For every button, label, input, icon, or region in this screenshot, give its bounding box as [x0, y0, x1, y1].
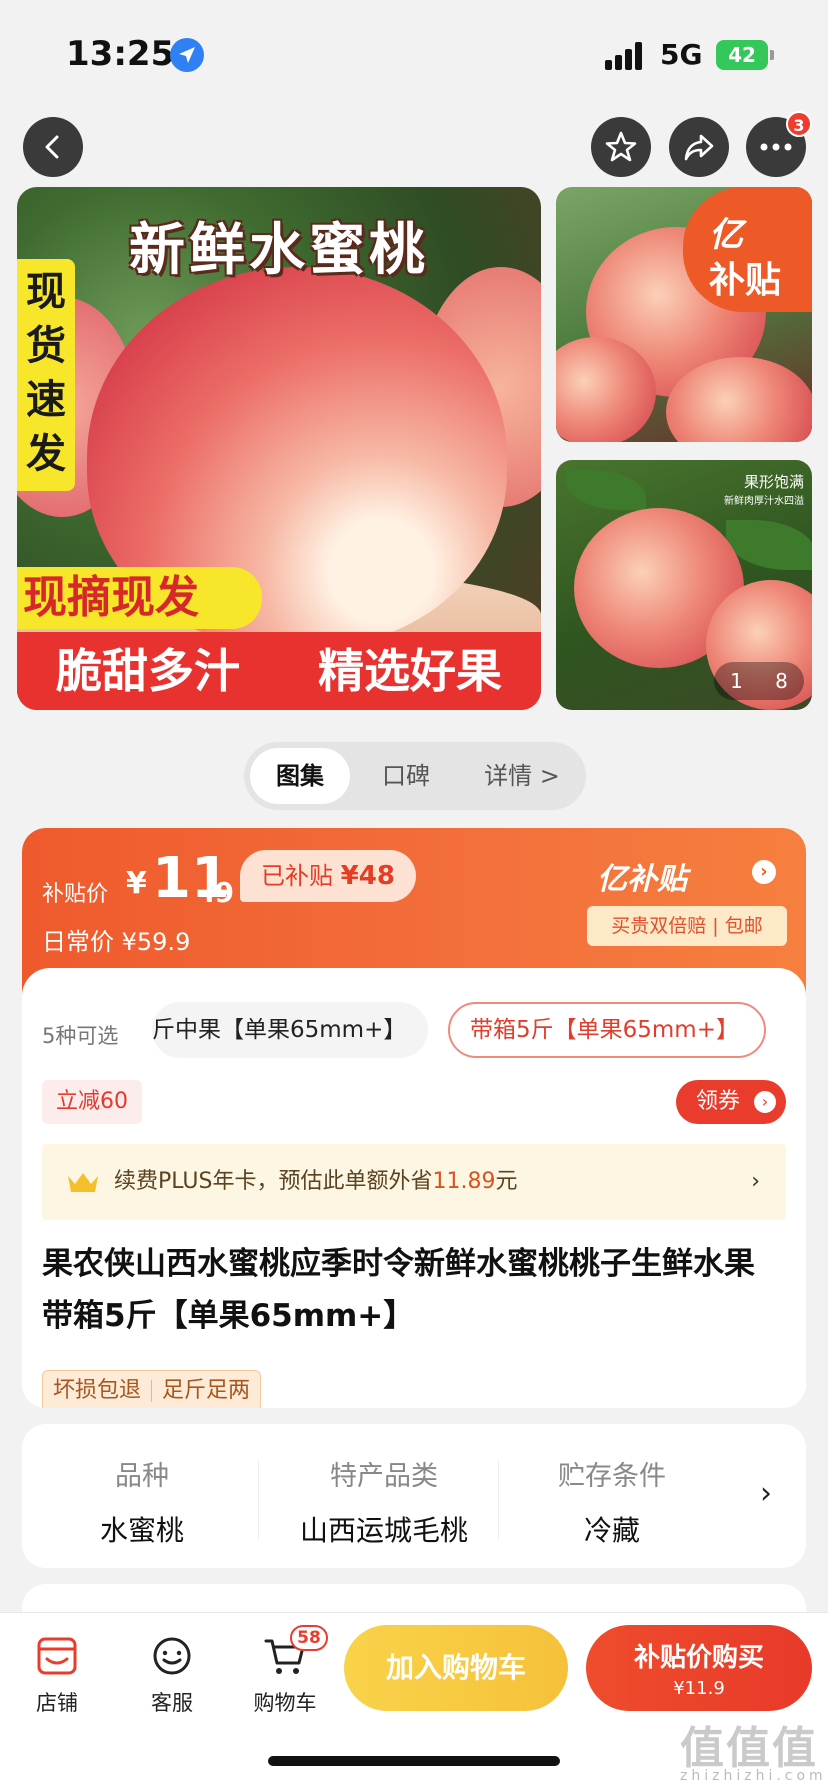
star-icon — [605, 131, 637, 162]
stock-tag-text: 现货速发 — [26, 269, 66, 477]
page-indicator: 1 8 — [714, 662, 804, 700]
chevron-left-icon — [45, 135, 59, 159]
subsidized-amount-badge: 已补贴 ¥48 — [240, 850, 416, 902]
subsidy-price-label: 补贴价 — [42, 882, 109, 907]
cart-label: 购物车 — [253, 1691, 317, 1715]
service-tag: 坏损包退 — [53, 1378, 142, 1403]
cart-count-badge: 58 — [290, 1625, 328, 1651]
chat-smile-icon — [153, 1637, 191, 1675]
page-current: 1 — [730, 669, 743, 693]
status-time: 13:25 — [66, 34, 175, 74]
leaf-image — [566, 470, 646, 510]
subsidy-corner-line1: 亿 — [709, 215, 743, 255]
network-type: 5G — [660, 38, 703, 71]
store-icon — [37, 1637, 77, 1675]
subsidy-corner-line2: 补贴 — [709, 260, 782, 301]
buy-price: ¥11.9 — [673, 1678, 725, 1699]
image-slogan-band: 脆甜多汁 精选好果 — [17, 632, 541, 710]
attributes-card[interactable]: 品种 水蜜桃 特产品类 山西运城毛桃 贮存条件 冷藏 › — [22, 1424, 806, 1568]
plus-unit: 元 — [495, 1169, 518, 1194]
status-bar: 13:25 5G 42 — [0, 0, 828, 110]
regular-price: 日常价 ¥59.9 — [42, 928, 191, 956]
plus-text: 续费PLUS年卡，预估此单额外省 — [114, 1169, 433, 1194]
watermark-main: 值值值 — [680, 1723, 818, 1774]
stock-tag: 现货速发 — [17, 259, 75, 491]
thumbnail-caption: 果形饱满 新鲜肉厚汁水四溢 — [724, 472, 804, 512]
discount-tag: 立减60 — [42, 1080, 142, 1124]
crown-icon — [68, 1173, 98, 1192]
thumbnail-caption-main: 果形饱满 — [743, 473, 804, 491]
attribute-value: 冷藏 — [583, 1514, 640, 1547]
thumbnail-caption-sub: 新鲜肉厚汁水四溢 — [724, 496, 804, 507]
buy-label: 补贴价购买 — [633, 1643, 764, 1673]
chevron-right-icon[interactable]: › — [760, 1476, 772, 1511]
slogan-right: 精选好果 — [318, 644, 502, 698]
service-tag: 足斤足两 — [162, 1378, 251, 1403]
store-label: 店铺 — [36, 1691, 78, 1715]
price-decimal: .9 — [204, 876, 235, 909]
more-dots-icon — [760, 143, 792, 151]
service-tags: 坏损包退 足斤足两 — [42, 1370, 262, 1408]
subsidy-corner-badge: 亿 补贴 — [683, 187, 812, 312]
plus-membership-bar[interactable]: 续费PLUS年卡，预估此单额外省11.89元 › — [42, 1144, 786, 1220]
chevron-right-icon: › — [751, 1169, 760, 1194]
spec-option-selected[interactable]: 带箱5斤【单果65mm+】 — [448, 1002, 766, 1058]
favorite-button[interactable] — [591, 117, 651, 177]
cart-button[interactable]: 58 购物车 — [240, 1625, 330, 1717]
notification-badge: 3 — [786, 111, 812, 137]
store-button[interactable]: 店铺 — [12, 1635, 102, 1717]
add-to-cart-button[interactable]: 加入购物车 — [344, 1625, 568, 1711]
watermark: 值值值 zhizhizhi.com — [680, 1712, 823, 1784]
image-headline: 新鲜水蜜桃 — [129, 218, 429, 283]
tab-gallery[interactable]: 图集 — [250, 748, 350, 804]
back-button[interactable] — [23, 117, 83, 177]
plus-amount: 11.89 — [432, 1169, 496, 1194]
guarantee-tags: 买贵双倍赔 | 包邮 — [587, 906, 787, 946]
tab-details[interactable]: 详情 > — [462, 748, 582, 804]
gallery-tab-bar: 图集 口碑 详情 > — [244, 742, 586, 810]
product-title: 果农侠山西水蜜桃应季时令新鲜水蜜桃桃子生鲜水果 带箱5斤【单果65mm+】 — [42, 1246, 755, 1334]
gallery-thumbnail-2[interactable]: 果形饱满 新鲜肉厚汁水四溢 1 8 — [556, 460, 812, 710]
coupon-label: 领券 — [696, 1089, 741, 1114]
location-arrow-icon — [170, 38, 204, 72]
buy-now-button[interactable]: 补贴价购买 ¥11.9 — [586, 1625, 812, 1711]
slogan-left: 脆甜多汁 — [56, 644, 240, 698]
battery-icon: 42 — [716, 40, 774, 70]
share-button[interactable] — [669, 117, 729, 177]
more-button[interactable]: 3 — [746, 111, 812, 177]
get-coupon-button[interactable]: › 领券 — [676, 1080, 786, 1124]
page-total: 8 — [775, 669, 788, 693]
spec-count: 5种可选 — [42, 1024, 119, 1048]
share-arrow-icon — [684, 134, 714, 161]
attribute-key: 贮存条件 — [558, 1461, 666, 1492]
gallery-thumbnail-1[interactable]: 亿 补贴 — [556, 187, 812, 442]
watermark-sub: zhizhizhi.com — [680, 1768, 827, 1784]
home-indicator — [268, 1756, 560, 1766]
attribute-storage: 贮存条件 冷藏 — [492, 1454, 732, 1549]
main-product-image[interactable]: 新鲜水蜜桃 现货速发 现摘现发 脆甜多汁 精选好果 — [17, 187, 541, 710]
tab-reviews[interactable]: 口碑 — [356, 748, 456, 804]
billion-subsidy-logo[interactable]: 亿补贴 — [597, 854, 687, 898]
chevron-right-icon[interactable]: › — [752, 860, 776, 884]
product-info: 5种可选 斤中果【单果65mm+】 带箱5斤【单果65mm+】 立减60 › 领… — [22, 968, 806, 1408]
spec-option[interactable]: 斤中果【单果65mm+】 — [152, 1002, 428, 1058]
chevron-right-icon: › — [754, 1091, 776, 1113]
subsidized-label: 已补贴 — [261, 862, 334, 890]
customer-service-label: 客服 — [151, 1691, 193, 1715]
fresh-pick-tag: 现摘现发 — [17, 567, 262, 629]
price-card: 补贴价 ¥ 11 .9 已补贴 ¥48 日常价 ¥59.9 亿补贴 › 买贵双倍… — [22, 828, 806, 1408]
subsidized-amount: ¥48 — [340, 861, 395, 891]
price-currency: ¥ — [126, 866, 147, 901]
customer-service-button[interactable]: 客服 — [127, 1635, 217, 1717]
cellular-signal-icon — [605, 42, 647, 70]
